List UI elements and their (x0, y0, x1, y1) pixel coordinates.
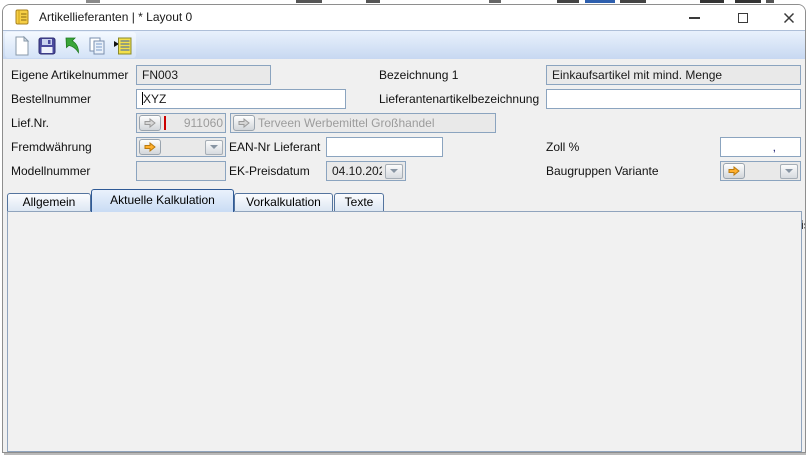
ek-preisdatum-value: 04.10.2022 (329, 162, 382, 180)
dropdown-button[interactable] (385, 164, 403, 179)
modellnummer-field (136, 161, 226, 181)
bestellnummer-field[interactable]: XYZ (136, 89, 346, 109)
tab-texte[interactable]: Texte (334, 193, 384, 211)
artikellieferanten-window: Artikellieferanten | * Layout 0 (2, 4, 806, 453)
undo-button[interactable] (61, 35, 83, 56)
minimize-button[interactable] (678, 5, 710, 30)
background-text-fragment (489, 0, 501, 3)
toolbar (3, 30, 805, 59)
dropdown-button[interactable] (780, 164, 798, 179)
titlebar[interactable]: Artikellieferanten | * Layout 0 (3, 5, 805, 30)
ean-nr-label: EAN-Nr Lieferant (229, 140, 320, 154)
undo-green-arrow-icon (63, 36, 82, 55)
app-icon (14, 9, 30, 25)
eigene-artikelnummer-label: Eigene Artikelnummer (11, 68, 128, 82)
gray-right-arrow-icon (238, 118, 250, 128)
lieferantenartikelbezeichnung-label: Lieferantenartikelbezeichnung (379, 92, 539, 106)
background-text-fragment (557, 0, 579, 3)
down-chevron-icon (390, 169, 398, 173)
baugruppen-variante-label: Baugruppen Variante (546, 164, 659, 178)
lief-nr-value: 911060 (169, 114, 223, 132)
background-text-fragment (366, 0, 380, 3)
copy-icon (88, 37, 106, 55)
ek-preisdatum-label: EK-Preisdatum (229, 164, 310, 178)
maximize-icon (738, 13, 748, 23)
bezeichnung-1-label: Bezeichnung 1 (379, 68, 458, 82)
bezeichnung-1-field: Einkaufsartikel mit mind. Menge (546, 65, 801, 85)
background-text-fragment (585, 0, 615, 3)
screen: Artikellieferanten | * Layout 0 (0, 0, 810, 455)
lieferantenartikelbezeichnung-field[interactable] (546, 89, 801, 109)
lieferant-name-field: Terveen Werbemittel Großhandel (230, 113, 496, 133)
lookup-button-disabled (233, 115, 255, 131)
tab-allgemein[interactable]: Allgemein (7, 193, 91, 211)
dropdown-button[interactable] (205, 140, 223, 155)
down-chevron-icon (210, 145, 218, 149)
new-document-icon (13, 36, 31, 56)
eigene-artikelnummer-field: FN003 (136, 65, 271, 85)
orange-right-arrow-icon (728, 166, 740, 176)
lieferant-name-value: Terveen Werbemittel Großhandel (258, 114, 493, 132)
save-icon (38, 37, 56, 55)
background-text-fragment (620, 0, 646, 3)
background-text-fragment (766, 0, 774, 3)
lookup-button-disabled (139, 115, 161, 131)
gray-right-arrow-icon (144, 118, 156, 128)
zoll-label: Zoll % (546, 140, 579, 154)
close-button[interactable] (773, 5, 805, 30)
minimize-icon (689, 17, 700, 19)
orange-right-arrow-icon (144, 142, 156, 152)
ean-nr-field[interactable] (326, 137, 443, 157)
background-text-fragment (86, 0, 100, 3)
bestellnummer-label: Bestellnummer (11, 92, 91, 106)
modellnummer-label: Modellnummer (11, 164, 90, 178)
background-text-fragment (700, 0, 724, 3)
zoll-field[interactable]: , (720, 137, 801, 157)
copy-button[interactable] (86, 35, 108, 56)
layout-list-button[interactable] (111, 35, 133, 56)
background-text-fragment (735, 0, 761, 3)
fremdwaehrung-label: Fremdwährung (11, 140, 92, 154)
save-button[interactable] (36, 35, 58, 56)
ek-preisdatum-combo[interactable]: 04.10.2022 (326, 161, 406, 181)
close-icon (783, 12, 795, 24)
window-title: Artikellieferanten | * Layout 0 (39, 10, 192, 24)
lookup-button[interactable] (723, 163, 745, 179)
fremdwaehrung-combo[interactable] (136, 137, 226, 157)
lief-nr-field: 911060 (136, 113, 226, 133)
layout-list-icon (113, 37, 132, 55)
tab-aktuelle-kalkulation[interactable]: Aktuelle Kalkulation (91, 189, 234, 212)
tab-vorkalkulation[interactable]: Vorkalkulation (234, 193, 333, 211)
down-chevron-icon (785, 169, 793, 173)
maximize-button[interactable] (727, 5, 759, 30)
background-text-fragment (296, 0, 322, 3)
new-button[interactable] (11, 35, 33, 56)
lookup-button[interactable] (139, 139, 161, 155)
lief-nr-label: Lief.Nr. (11, 116, 49, 130)
baugruppen-variante-combo[interactable] (720, 161, 801, 181)
mandatory-marker (164, 116, 166, 130)
tab-page-aktuelle-kalkulation (7, 211, 802, 452)
